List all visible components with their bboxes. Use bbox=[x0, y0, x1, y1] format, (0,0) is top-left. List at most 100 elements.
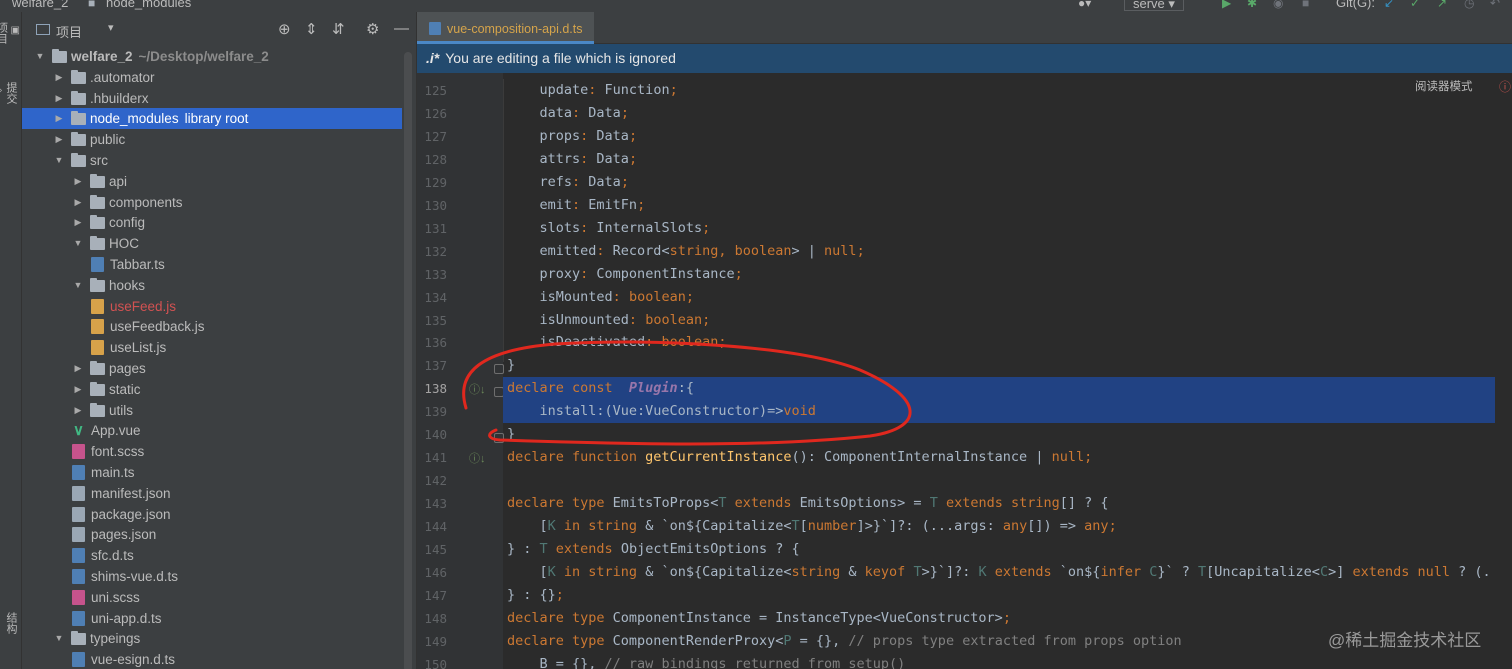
chevron-down-icon[interactable]: ▼ bbox=[53, 150, 65, 171]
chevron-right-icon[interactable]: ▶ bbox=[72, 212, 84, 233]
tree-item[interactable]: ▶ .hbuilderx bbox=[22, 88, 402, 109]
code-line[interactable]: emitted: Record<string, boolean> | null; bbox=[507, 240, 865, 263]
chevron-right-icon[interactable]: ▶ bbox=[72, 171, 84, 192]
tree-item[interactable]: manifest.json bbox=[22, 483, 402, 504]
breadcrumb-folder[interactable]: node_modules bbox=[106, 0, 191, 10]
tree-item[interactable]: ▼ welfare_2 ~/Desktop/welfare_2 bbox=[22, 46, 402, 67]
tree-item[interactable]: ∨ App.vue bbox=[22, 420, 402, 441]
rollback-icon[interactable]: ↶ bbox=[1490, 0, 1500, 10]
git-commit-icon[interactable]: ✓ bbox=[1410, 0, 1420, 10]
tree-item[interactable]: package.json bbox=[22, 504, 402, 525]
code-line[interactable]: attrs: Data; bbox=[507, 148, 638, 171]
tree-item[interactable]: useFeed.js bbox=[22, 296, 402, 317]
tree-item[interactable]: ▶ utils bbox=[22, 400, 402, 421]
code-line[interactable]: data: Data; bbox=[507, 102, 629, 125]
line-gutter[interactable]: 125 126 127 128 129 130 131 132 133 134 135 136 137 1… bbox=[417, 73, 504, 669]
code-line[interactable]: emit: EmitFn; bbox=[507, 194, 646, 217]
code-line[interactable]: proxy: ComponentInstance; bbox=[507, 263, 743, 286]
chevron-right-icon[interactable]: ▶ bbox=[53, 129, 65, 150]
code-line[interactable]: isMounted: boolean; bbox=[507, 286, 694, 309]
editor-tab[interactable]: vue-composition-api.d.ts bbox=[417, 12, 595, 44]
tree-item[interactable]: ▶ config bbox=[22, 212, 402, 233]
tree-item[interactable]: uni.scss bbox=[22, 587, 402, 608]
tree-item[interactable]: ▼ HOC bbox=[22, 233, 402, 254]
chevron-down-icon[interactable]: ▼ bbox=[72, 275, 84, 296]
project-panel-title[interactable]: 项目 bbox=[56, 22, 82, 41]
chevron-down-icon[interactable]: ▾ bbox=[108, 21, 114, 34]
structure-tool-tab[interactable]: 结构 bbox=[2, 612, 20, 634]
tree-item[interactable]: vue-esign.d.ts bbox=[22, 649, 402, 669]
code-line[interactable]: declare type ComponentRenderProxy<P = {}… bbox=[507, 630, 1182, 653]
chevron-down-icon[interactable]: ▼ bbox=[53, 628, 65, 649]
tree-item[interactable]: pages.json bbox=[22, 524, 402, 545]
commit-tool-tab[interactable]: 提交 ◇ bbox=[0, 82, 20, 104]
implementation-marker-icon[interactable]: ⓘ↓ bbox=[469, 450, 486, 466]
run-config-select[interactable]: serve ▾ bbox=[1124, 0, 1184, 11]
stop-icon[interactable]: ■ bbox=[1302, 0, 1309, 10]
editor-scrollbar[interactable] bbox=[1495, 73, 1512, 669]
code-line[interactable]: props: Data; bbox=[507, 125, 638, 148]
tree-item[interactable]: font.scss bbox=[22, 441, 402, 462]
chevron-right-icon[interactable]: ▶ bbox=[53, 108, 65, 129]
code-line[interactable]: install:(Vue:VueConstructor)=>void bbox=[507, 400, 816, 423]
chevron-right-icon[interactable]: ▶ bbox=[72, 379, 84, 400]
tree-item[interactable]: ▼ hooks bbox=[22, 275, 402, 296]
code-line[interactable]: B = {}, // raw bindings returned from se… bbox=[507, 653, 906, 669]
tree-item[interactable]: ▶ .automator bbox=[22, 67, 402, 88]
run-icon[interactable]: ▶ bbox=[1222, 0, 1231, 10]
tree-item[interactable]: ▼ src bbox=[22, 150, 402, 171]
breadcrumb-project[interactable]: welfare_2 bbox=[12, 0, 68, 10]
tree-item[interactable]: ▼ typeings bbox=[22, 628, 402, 649]
code-line[interactable]: slots: InternalSlots; bbox=[507, 217, 711, 240]
tree-item[interactable]: sfc.d.ts bbox=[22, 545, 402, 566]
code-line[interactable]: isDeactivated: boolean; bbox=[507, 331, 727, 354]
warning-icon[interactable]: ⓘ bbox=[1499, 78, 1511, 95]
code-line[interactable]: declare const Plugin:{ bbox=[507, 377, 694, 400]
chevron-right-icon[interactable]: ▶ bbox=[72, 192, 84, 213]
tree-item[interactable]: main.ts bbox=[22, 462, 402, 483]
chevron-right-icon[interactable]: ▶ bbox=[72, 358, 84, 379]
implementation-marker-icon[interactable]: ⓘ↓ bbox=[469, 381, 486, 397]
user-icon[interactable]: ●▾ bbox=[1078, 0, 1091, 10]
code-line[interactable]: } : T extends ObjectEmitsOptions ? { bbox=[507, 538, 800, 561]
tree-item[interactable]: ▶ public bbox=[22, 129, 402, 150]
tree-item[interactable]: ▶ static bbox=[22, 379, 402, 400]
history-icon[interactable]: ◷ bbox=[1464, 0, 1474, 10]
locate-icon[interactable]: ⊕ bbox=[278, 20, 291, 38]
tree-item[interactable]: shims-vue.d.ts bbox=[22, 566, 402, 587]
code-line[interactable]: declare type ComponentInstance = Instanc… bbox=[507, 607, 1011, 630]
tree-item[interactable]: Tabbar.ts bbox=[22, 254, 402, 275]
code-line[interactable]: } : {}; bbox=[507, 584, 564, 607]
chevron-right-icon[interactable]: ▶ bbox=[53, 88, 65, 109]
chevron-right-icon[interactable]: ▶ bbox=[53, 67, 65, 88]
code-line[interactable]: } bbox=[507, 423, 515, 446]
chevron-down-icon[interactable]: ▼ bbox=[72, 233, 84, 254]
debug-icon[interactable]: ✱ bbox=[1247, 0, 1257, 10]
tree-item[interactable]: useList.js bbox=[22, 337, 402, 358]
tree-item[interactable]: ▶ node_modules library root bbox=[22, 108, 402, 130]
code-line[interactable]: declare type EmitsToProps<T extends Emit… bbox=[507, 492, 1109, 515]
coverage-icon[interactable]: ◉ bbox=[1273, 0, 1283, 10]
hide-panel-icon[interactable]: — bbox=[394, 20, 409, 37]
chevron-right-icon[interactable]: ▶ bbox=[72, 400, 84, 421]
chevron-down-icon[interactable]: ▼ bbox=[34, 46, 46, 67]
code-line[interactable]: [K in string & `on${Capitalize<string & … bbox=[507, 561, 1494, 584]
code-line[interactable]: declare function getCurrentInstance(): C… bbox=[507, 446, 1092, 469]
tree-item[interactable]: ▶ api bbox=[22, 171, 402, 192]
code-line[interactable]: } bbox=[507, 354, 515, 377]
code-line[interactable]: isUnmounted: boolean; bbox=[507, 309, 711, 332]
code-line[interactable]: refs: Data; bbox=[507, 171, 629, 194]
git-push-icon[interactable]: ↗ bbox=[1437, 0, 1447, 10]
tree-item[interactable]: ▶ components bbox=[22, 192, 402, 213]
code-line[interactable]: [K in string & `on${Capitalize<T[number]… bbox=[507, 515, 1117, 538]
collapse-all-icon[interactable]: ⇵ bbox=[332, 20, 345, 38]
project-tool-tab[interactable]: ▣ 项目 bbox=[0, 22, 20, 44]
reader-mode-button[interactable]: 阅读器模式 bbox=[1415, 78, 1473, 94]
git-update-icon[interactable]: ↙ bbox=[1384, 0, 1394, 10]
expand-all-icon[interactable]: ⇕ bbox=[305, 20, 318, 38]
tree-item[interactable]: ▶ pages bbox=[22, 358, 402, 379]
code-view[interactable]: update: Function; data: Data; props: Dat… bbox=[503, 73, 1493, 669]
code-line[interactable]: update: Function; bbox=[507, 79, 678, 102]
tree-item[interactable]: uni-app.d.ts bbox=[22, 608, 402, 629]
tree-item[interactable]: useFeedback.js bbox=[22, 316, 402, 337]
